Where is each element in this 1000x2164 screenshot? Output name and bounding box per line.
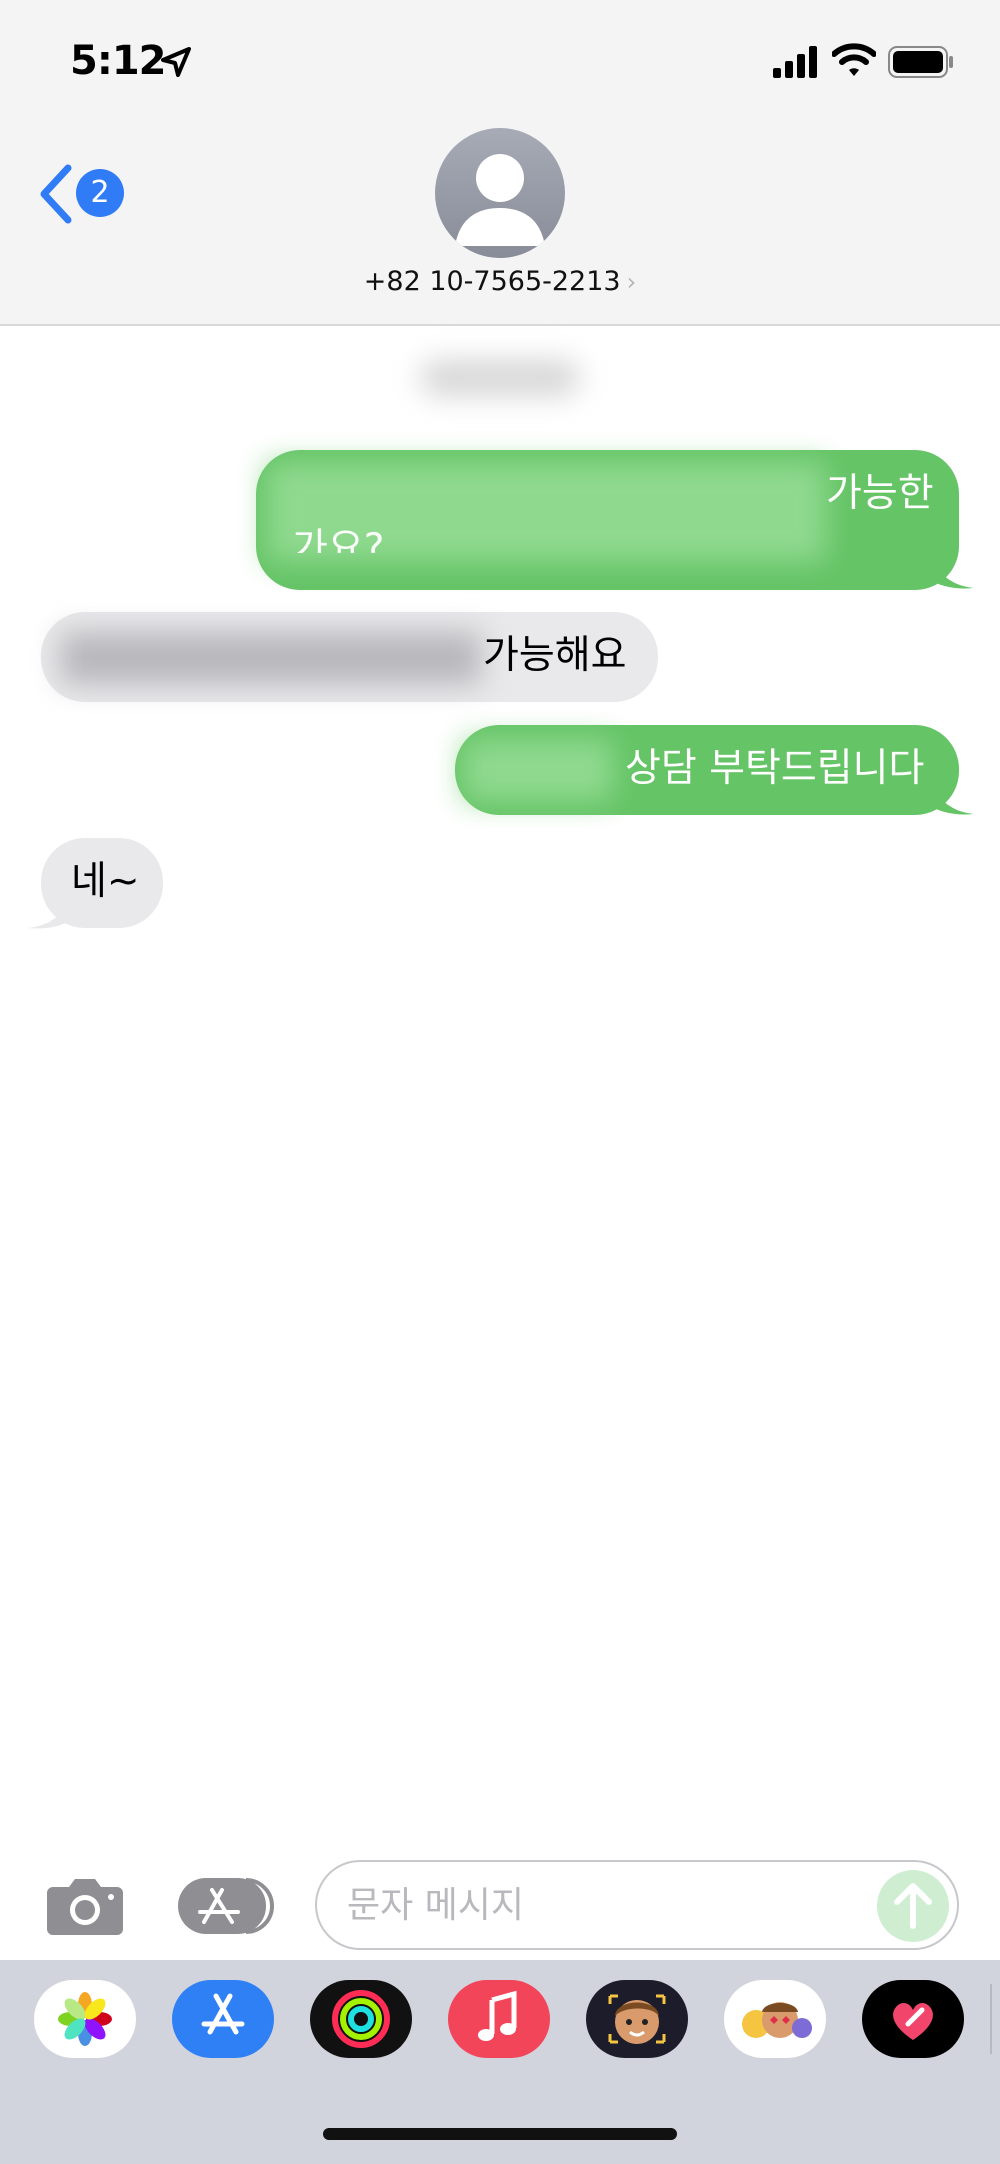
chevron-right-icon: › [626, 268, 637, 296]
home-indicator[interactable] [323, 2128, 677, 2140]
photos-icon[interactable] [34, 1980, 136, 2058]
bubble-tail [930, 560, 974, 589]
cellular-signal-icon [773, 46, 817, 78]
message-text: 네~ [71, 859, 140, 904]
camera-icon[interactable] [45, 1875, 125, 1937]
message-text-line2: 가요? [292, 526, 385, 553]
message-bubble-outgoing[interactable]: 가능한 가요? [256, 450, 959, 590]
message-text: 상담 부탁드립니다 [625, 746, 925, 791]
message-bubble-outgoing[interactable]: 상담 부탁드립니다 [455, 725, 959, 815]
redacted-timestamp [420, 360, 580, 396]
redacted-text [463, 739, 613, 801]
message-bubble-incoming[interactable]: 가능해요 [41, 612, 658, 702]
memoji-icon[interactable] [586, 1980, 688, 2058]
status-bar: 5:12 [0, 0, 1000, 120]
memoji-stickers-icon[interactable] [724, 1980, 826, 2058]
drawer-divider [990, 1984, 992, 2054]
contact-avatar[interactable] [435, 128, 565, 258]
contact-title[interactable]: +82 10-7565-2213 › [0, 266, 1000, 297]
back-button[interactable]: 2 [38, 160, 138, 230]
message-text: 가능한 [826, 471, 934, 516]
contact-number: +82 10-7565-2213 [363, 266, 621, 297]
battery-icon [888, 46, 953, 78]
bubble-tail [28, 900, 72, 929]
message-input[interactable] [347, 1880, 867, 1930]
bubble-tail [930, 786, 974, 815]
unread-count-badge: 2 [76, 169, 124, 217]
app-store-icon[interactable] [172, 1980, 274, 2058]
conversation-header: 2 +82 10-7565-2213 › [0, 120, 1000, 326]
activity-icon[interactable] [310, 1980, 412, 2058]
chevron-left-icon [40, 164, 72, 224]
wifi-icon [832, 43, 876, 76]
send-button[interactable] [877, 1870, 949, 1942]
status-time: 5:12 [70, 38, 166, 84]
person-icon [455, 154, 545, 246]
redacted-text [61, 632, 481, 684]
music-icon[interactable] [448, 1980, 550, 2058]
digital-touch-icon[interactable] [862, 1980, 964, 2058]
message-text: 가능해요 [483, 633, 627, 678]
app-store-button-icon[interactable] [176, 1876, 276, 1936]
arrow-up-icon [894, 1883, 932, 1929]
message-input-container [315, 1860, 959, 1950]
location-arrow-icon [161, 47, 191, 77]
